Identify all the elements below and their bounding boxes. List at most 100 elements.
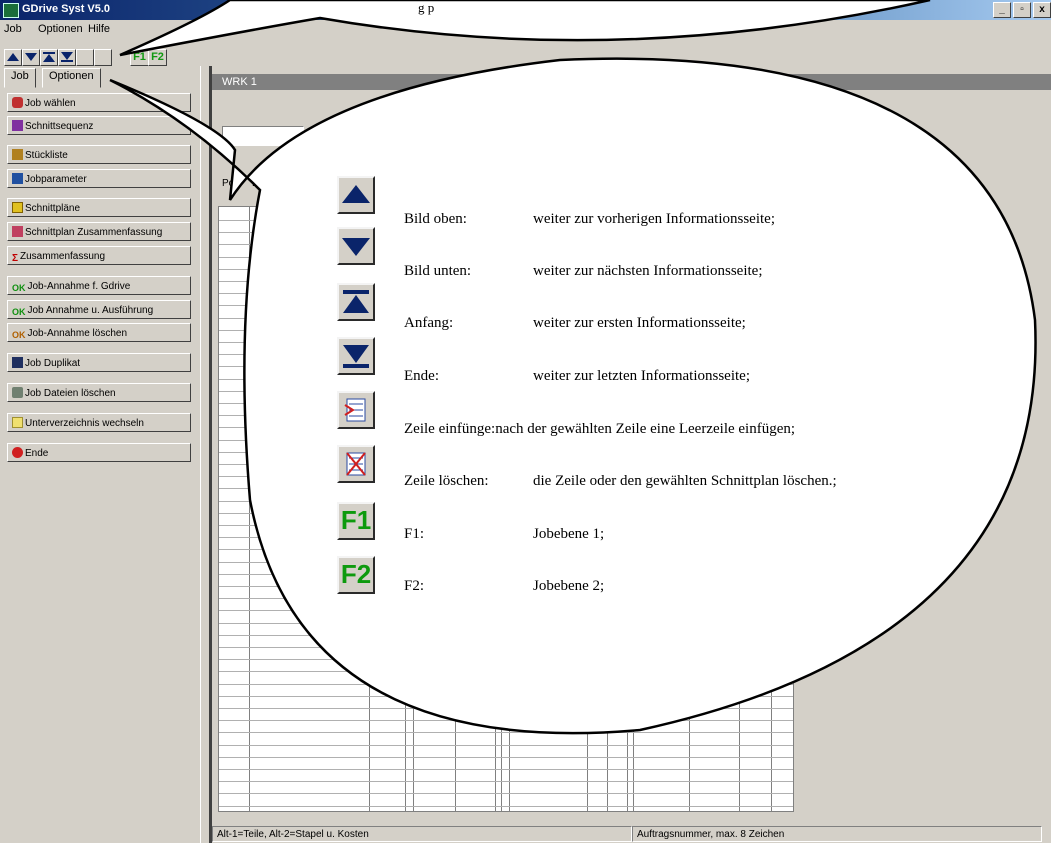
sidebar-item-job-waehlen[interactable]: Job wählen [7, 93, 191, 112]
table-row [219, 708, 793, 709]
table-row [219, 695, 793, 697]
menu-job[interactable]: Job [4, 23, 22, 35]
table-row [219, 342, 793, 343]
table-row [219, 500, 793, 502]
insert-row-button[interactable] [76, 49, 94, 66]
page-up-button[interactable] [4, 49, 22, 66]
sidebar-item-schnittplan-zusammenfassung[interactable]: Schnittplan Zusammenfassung [7, 222, 191, 241]
table-row [219, 256, 793, 258]
table-row [219, 586, 793, 587]
table-row [219, 769, 793, 770]
sidebar-item-unterverzeichnis[interactable]: Unterverzeichnis wechseln [7, 413, 191, 432]
legend-desc: weiter zur nächsten Informationsseite; [533, 263, 763, 279]
table-row [219, 805, 793, 807]
last-page-button[interactable] [58, 49, 76, 66]
table-row [219, 281, 793, 282]
arrow-up-icon [7, 53, 19, 61]
folder-icon [12, 417, 23, 428]
arrow-down-icon [25, 53, 37, 61]
table-row [219, 756, 793, 758]
table-row [219, 549, 793, 551]
restore-button[interactable]: ▫ [1013, 2, 1031, 18]
minimize-button[interactable]: _ [993, 2, 1011, 18]
menu-bar: Job Optionen Hilfe [0, 20, 1051, 38]
table-row [219, 451, 793, 453]
floppy-icon [12, 357, 23, 368]
legend-down-icon [337, 227, 375, 265]
table-row [219, 781, 793, 783]
sidebar: Job Optionen Job wählen Schnittsequenz S… [0, 66, 200, 843]
table-row [219, 573, 793, 575]
table-row [219, 793, 793, 795]
first-page-button[interactable] [40, 49, 58, 66]
title-bar: GDrive Syst V5.0 _ ▫ x [0, 0, 1051, 20]
sidebar-item-job-annahme-gdrive[interactable]: OK Job-Annahme f. Gdrive [7, 276, 191, 295]
sidebar-item-schnittplaene[interactable]: Schnittpläne [7, 198, 191, 217]
legend-label: Zeile löschen: [404, 473, 489, 489]
last-icon [61, 52, 73, 62]
table-row [219, 232, 793, 234]
legend-desc: Jobebene 2; [533, 578, 605, 594]
cut-sequence-icon [12, 120, 23, 131]
table-row [219, 732, 793, 734]
legend-desc: Jobebene 1; [533, 526, 605, 542]
legend-label: Bild unten: [404, 263, 472, 279]
legend-up-icon [337, 176, 375, 214]
legend-f1-icon: F1 [337, 502, 375, 540]
legend-first-icon [337, 283, 375, 321]
toolbar: F1 F2 [0, 49, 200, 66]
job-parameter-icon [12, 173, 23, 184]
sidebar-item-job-dateien-loeschen[interactable]: Job Dateien löschen [7, 383, 191, 402]
sidebar-item-ende[interactable]: Ende [7, 443, 191, 462]
table-row [219, 598, 793, 600]
column-bes: Bes [252, 178, 270, 189]
close-button[interactable]: x [1033, 2, 1051, 18]
sidebar-item-job-annahme-ausfuehrung[interactable]: OK Job Annahme u. Ausführung [7, 300, 191, 319]
delete-row-button[interactable] [94, 49, 112, 66]
ok-icon: OK [12, 283, 26, 293]
table-row [219, 537, 793, 539]
cut-plan-summary-icon [12, 226, 23, 237]
sidebar-item-jobparameter[interactable]: Jobparameter [7, 169, 191, 188]
legend-insert-row-icon [337, 391, 375, 429]
sidebar-item-stueckliste[interactable]: Stückliste [7, 145, 191, 164]
sigma-icon: Σ [12, 253, 19, 264]
wrk-header: WRK 1 [212, 74, 1051, 90]
sidebar-item-zusammenfassung[interactable]: Σ Zusammenfassung [7, 246, 191, 265]
table-row [219, 720, 793, 722]
table-row [219, 634, 793, 636]
cut-plans-icon [12, 202, 23, 213]
stop-icon [12, 447, 23, 458]
legend-desc: weiter zur ersten Informationsseite; [533, 315, 746, 331]
ok-run-icon: OK [12, 307, 26, 317]
order-number-input[interactable] [222, 126, 304, 146]
table-row [219, 439, 793, 441]
table-row [219, 744, 793, 746]
data-grid[interactable] [218, 206, 794, 812]
tab-optionen[interactable]: Optionen [42, 68, 101, 88]
table-row [219, 512, 793, 514]
column-pos: Pos. [222, 178, 243, 189]
legend-desc: weiter zur letzten Informationsseite; [533, 368, 750, 384]
legend-label: Bild oben: [404, 211, 467, 227]
table-row [219, 561, 793, 563]
f2-button[interactable]: F2 [148, 49, 167, 66]
sidebar-item-schnittsequenz[interactable]: Schnittsequenz [7, 116, 191, 135]
app-icon [3, 3, 19, 18]
menu-optionen[interactable]: Optionen [38, 23, 83, 35]
first-icon [43, 52, 55, 62]
table-row [219, 293, 793, 295]
table-row [219, 610, 793, 612]
table-row [219, 390, 793, 392]
table-row [219, 415, 793, 417]
tab-job[interactable]: Job [4, 68, 36, 88]
table-row [219, 647, 793, 648]
menu-hilfe[interactable]: Hilfe [88, 23, 110, 35]
table-row [219, 671, 793, 673]
sidebar-item-job-duplikat[interactable]: Job Duplikat [7, 353, 191, 372]
page-down-button[interactable] [22, 49, 40, 66]
table-row [219, 525, 793, 526]
f1-button[interactable]: F1 [130, 49, 149, 66]
sidebar-item-job-annahme-loeschen[interactable]: OK Job-Annahme löschen [7, 323, 191, 342]
job-select-icon [12, 97, 23, 108]
